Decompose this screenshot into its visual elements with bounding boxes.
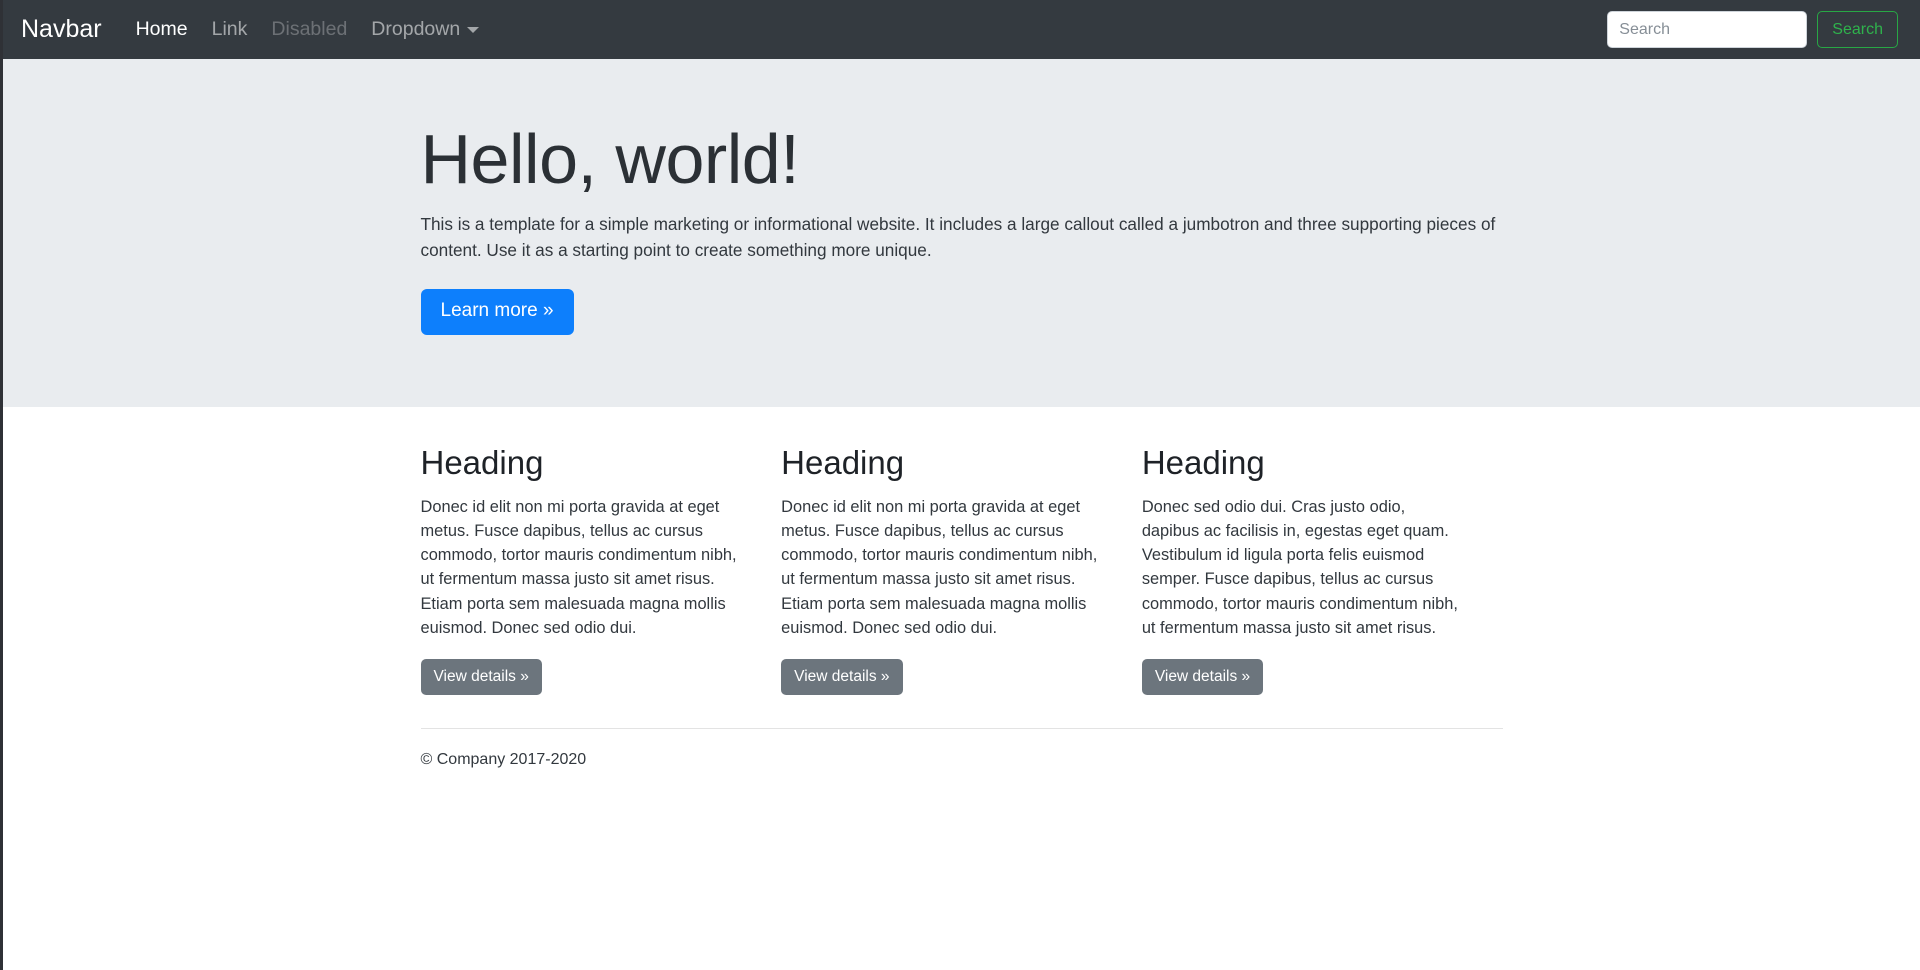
feature-column-3: Heading Donec sed odio dui. Cras justo o…	[1142, 443, 1503, 695]
feature-row: Heading Donec id elit non mi porta gravi…	[421, 443, 1503, 695]
view-details-button-3[interactable]: View details »	[1142, 659, 1263, 695]
view-details-button-2[interactable]: View details »	[781, 659, 902, 695]
feature-heading: Heading	[421, 443, 746, 483]
page-title: Hello, world!	[421, 121, 1503, 198]
nav-item-dropdown[interactable]: Dropdown	[359, 20, 491, 40]
nav-item-home[interactable]: Home	[124, 20, 200, 40]
main-content: Heading Donec id elit non mi porta gravi…	[3, 407, 1920, 769]
feature-text: Donec id elit non mi porta gravida at eg…	[781, 495, 1106, 641]
content-container: Heading Donec id elit non mi porta gravi…	[406, 443, 1518, 769]
page-footer: © Company 2017-2020	[421, 728, 1503, 769]
nav-item-dropdown-label: Dropdown	[371, 20, 460, 40]
nav-item-disabled: Disabled	[259, 20, 359, 40]
chevron-down-icon	[467, 27, 479, 33]
search-button[interactable]: Search	[1817, 11, 1898, 48]
nav-item-link[interactable]: Link	[200, 20, 260, 40]
main-navbar: Navbar Home Link Disabled Dropdown Searc…	[3, 0, 1920, 59]
view-details-button-1[interactable]: View details »	[421, 659, 542, 695]
feature-text: Donec id elit non mi porta gravida at eg…	[421, 495, 746, 641]
jumbotron-description: This is a template for a simple marketin…	[421, 211, 1503, 263]
copyright-text: © Company 2017-2020	[421, 751, 1503, 769]
feature-column-2: Heading Donec id elit non mi porta gravi…	[781, 443, 1142, 695]
jumbotron: Hello, world! This is a template for a s…	[3, 59, 1920, 407]
feature-text: Donec sed odio dui. Cras justo odio, dap…	[1142, 495, 1467, 641]
feature-heading: Heading	[781, 443, 1106, 483]
navbar-nav: Home Link Disabled Dropdown	[124, 20, 492, 40]
navbar-search-form: Search	[1607, 11, 1898, 48]
jumbotron-container: Hello, world! This is a template for a s…	[406, 121, 1518, 335]
learn-more-button[interactable]: Learn more »	[421, 289, 574, 335]
navbar-brand[interactable]: Navbar	[21, 17, 102, 42]
search-input[interactable]	[1607, 11, 1807, 48]
feature-heading: Heading	[1142, 443, 1467, 483]
feature-column-1: Heading Donec id elit non mi porta gravi…	[421, 443, 782, 695]
